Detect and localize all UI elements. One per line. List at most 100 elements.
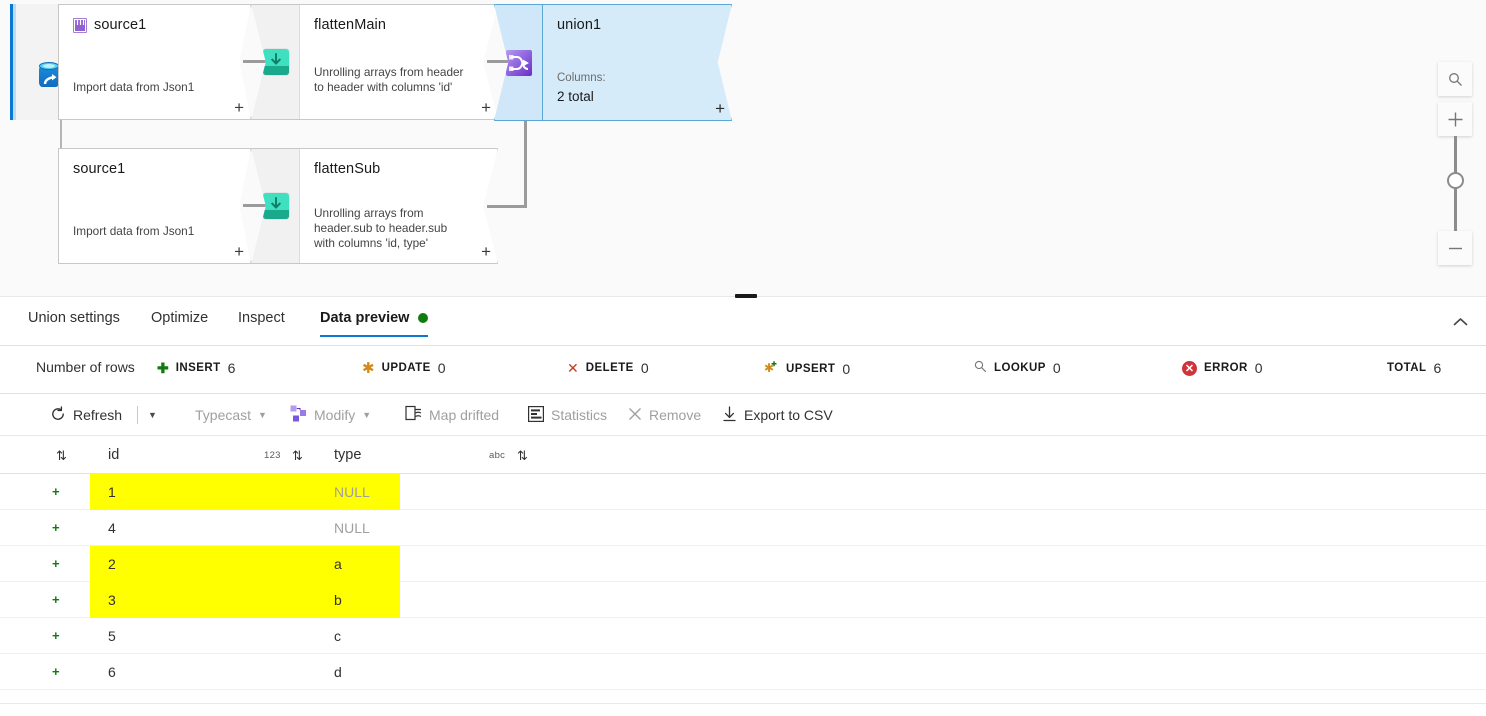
stat-insert: ✚ INSERT 6 bbox=[157, 360, 235, 376]
connector-source1-flattenmain bbox=[243, 60, 269, 63]
table-row[interactable]: + 6 d bbox=[0, 654, 1486, 690]
table-row[interactable]: + 5 c bbox=[0, 618, 1486, 654]
sort-arrows-icon[interactable]: ⇅ bbox=[56, 449, 67, 462]
add-node-button[interactable]: + bbox=[481, 99, 491, 116]
row-insert-marker: + bbox=[52, 520, 60, 535]
connector-flattensub-union-v bbox=[524, 118, 527, 208]
table-row[interactable]: + 2 a bbox=[0, 546, 1486, 582]
modify-label: Modify bbox=[314, 407, 356, 423]
tab-optimize[interactable]: Optimize bbox=[151, 310, 208, 337]
refresh-dropdown-button[interactable]: ▼ bbox=[148, 402, 157, 428]
add-node-button[interactable]: + bbox=[715, 100, 725, 117]
zoom-in-button[interactable] bbox=[1438, 102, 1472, 136]
chevron-down-icon: ▼ bbox=[362, 410, 372, 420]
zoom-slider[interactable] bbox=[1438, 136, 1472, 231]
zoom-slider-handle[interactable] bbox=[1447, 172, 1464, 189]
data-preview-grid: ⇅ id 123 ⇅ type abc ⇅ + 1 NULL + 4 NULL bbox=[0, 436, 1486, 704]
node-body: flattenMain Unrolling arrays from header… bbox=[300, 5, 497, 119]
statistics-label: Statistics bbox=[551, 407, 608, 423]
add-node-button[interactable]: + bbox=[234, 243, 244, 260]
grid-header-select-all[interactable]: ⇅ bbox=[56, 436, 67, 474]
column-name: id bbox=[108, 447, 120, 463]
json-file-icon bbox=[73, 17, 87, 33]
node-body: source1 Import data from Json1 + bbox=[59, 149, 250, 263]
collapse-panel-button[interactable] bbox=[1448, 310, 1472, 334]
stat-upsert: ✱ UPSERT 0 bbox=[764, 360, 850, 377]
stat-label: UPSERT bbox=[786, 362, 836, 375]
connector-flattensub-union-h bbox=[487, 205, 527, 208]
node-flattenmain[interactable]: flattenMain Unrolling arrays from header… bbox=[251, 4, 498, 120]
remove-button[interactable]: Remove bbox=[628, 402, 701, 428]
node-source1-bottom[interactable]: source1 Import data from Json1 + bbox=[58, 148, 251, 264]
map-drifted-label: Map drifted bbox=[429, 407, 500, 423]
sort-arrows-icon[interactable]: ⇅ bbox=[517, 449, 528, 462]
map-drifted-button[interactable]: Map drifted bbox=[405, 402, 499, 428]
cell-id: 3 bbox=[108, 592, 116, 608]
row-insert-marker: + bbox=[52, 592, 60, 607]
typecast-button[interactable]: Typecast ▼ bbox=[195, 402, 267, 428]
grid-header-id-sort[interactable]: ⇅ bbox=[292, 436, 303, 474]
cell-type: NULL bbox=[334, 520, 370, 536]
map-drifted-icon bbox=[405, 405, 422, 425]
tab-label: Data preview bbox=[320, 310, 410, 326]
stat-total: TOTAL 6 bbox=[1387, 360, 1441, 376]
add-node-button[interactable]: + bbox=[481, 243, 491, 260]
grid-header-row: ⇅ id 123 ⇅ type abc ⇅ bbox=[0, 436, 1486, 474]
stat-label: LOOKUP bbox=[994, 362, 1046, 374]
row-insert-marker: + bbox=[52, 628, 60, 643]
node-columns-value: 2 total bbox=[557, 89, 594, 104]
export-csv-button[interactable]: Export to CSV bbox=[722, 402, 833, 428]
refresh-button[interactable]: Refresh bbox=[50, 402, 122, 428]
upsert-icon: ✱ bbox=[764, 360, 779, 377]
source-rail-top[interactable] bbox=[10, 4, 59, 120]
table-row[interactable]: + 4 NULL bbox=[0, 510, 1486, 546]
panel-resize-handle[interactable] bbox=[735, 294, 757, 298]
grid-header-id-type: 123 bbox=[264, 436, 281, 474]
tab-data-preview[interactable]: Data preview bbox=[320, 310, 429, 337]
table-row[interactable]: + 3 b bbox=[0, 582, 1486, 618]
statistics-icon bbox=[528, 405, 545, 425]
tab-union-settings[interactable]: Union settings bbox=[28, 310, 120, 337]
column-name: type bbox=[334, 447, 362, 463]
dataflow-canvas[interactable]: source1 Import data from Json1 + flatten… bbox=[0, 0, 1486, 297]
column-type-badge: 123 bbox=[264, 449, 281, 461]
tab-inspect[interactable]: Inspect bbox=[238, 310, 285, 337]
statistics-button[interactable]: Statistics bbox=[528, 402, 607, 428]
node-description: Unrolling arrays from header to header w… bbox=[314, 64, 464, 94]
node-union1[interactable]: union1 Columns: 2 total + bbox=[494, 4, 732, 121]
node-body: source1 Import data from Json1 + bbox=[59, 5, 250, 119]
stat-label: ERROR bbox=[1204, 362, 1248, 374]
asterisk-icon: ✱ bbox=[362, 359, 375, 377]
add-node-button[interactable]: + bbox=[234, 99, 244, 116]
sort-arrows-icon[interactable]: ⇅ bbox=[292, 449, 303, 462]
node-source1-top[interactable]: source1 Import data from Json1 + bbox=[58, 4, 251, 120]
refresh-label: Refresh bbox=[73, 407, 123, 423]
zoom-out-button[interactable] bbox=[1438, 231, 1472, 265]
stat-label: DELETE bbox=[585, 362, 634, 374]
error-circle-icon: ✕ bbox=[1182, 360, 1197, 376]
stat-value: 0 bbox=[640, 360, 649, 376]
grid-header-type-sort[interactable]: ⇅ bbox=[517, 436, 528, 474]
tab-label: Union settings bbox=[28, 310, 120, 326]
table-row[interactable]: + 1 NULL bbox=[0, 474, 1486, 510]
stat-delete: ✕ DELETE 0 bbox=[567, 360, 649, 376]
status-dot bbox=[418, 313, 429, 323]
modify-button[interactable]: Modify ▼ bbox=[290, 402, 371, 428]
connector-source1-flattensub bbox=[243, 204, 269, 207]
stat-error: ✕ ERROR 0 bbox=[1182, 360, 1263, 376]
cell-id: 5 bbox=[108, 628, 116, 644]
typecast-label: Typecast bbox=[195, 407, 252, 423]
chevron-down-icon: ▼ bbox=[148, 410, 157, 420]
row-highlight bbox=[90, 582, 400, 618]
stat-value: 0 bbox=[437, 360, 446, 376]
node-description: Unrolling arrays from header.sub to head… bbox=[314, 205, 448, 250]
stat-label: INSERT bbox=[175, 362, 221, 374]
node-title: source1 bbox=[94, 17, 147, 33]
zoom-fit-button[interactable] bbox=[1438, 62, 1472, 96]
stat-value: 6 bbox=[1433, 360, 1442, 376]
node-flattensub[interactable]: flattenSub Unrolling arrays from header.… bbox=[251, 148, 498, 264]
cell-id: 2 bbox=[108, 556, 116, 572]
stat-value: 0 bbox=[1254, 360, 1263, 376]
zoom-controls[interactable] bbox=[1438, 62, 1472, 265]
stat-label: UPDATE bbox=[381, 362, 431, 374]
